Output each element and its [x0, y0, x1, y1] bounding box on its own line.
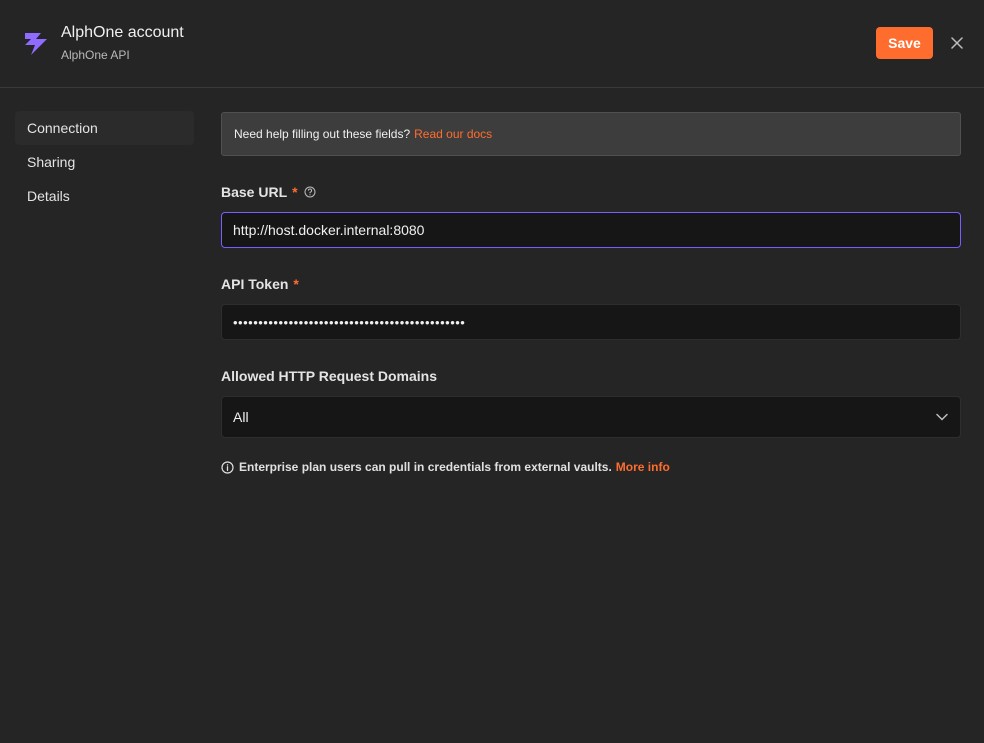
help-banner: Need help filling out these fields? Read…	[221, 112, 961, 156]
docs-link[interactable]: Read our docs	[414, 127, 492, 141]
save-button[interactable]: Save	[876, 27, 933, 59]
sidebar-item-connection[interactable]: Connection	[15, 111, 194, 145]
credential-modal: AlphOne account AlphOne API Save Connect…	[0, 0, 984, 743]
modal-title: AlphOne account	[61, 24, 184, 41]
required-marker: *	[293, 276, 299, 292]
required-marker: *	[292, 184, 298, 200]
vault-note: Enterprise plan users can pull in creden…	[221, 460, 961, 474]
lightning-bolt-icon	[22, 29, 50, 57]
api-token-label: API Token *	[221, 275, 961, 293]
api-token-label-text: API Token	[221, 276, 289, 292]
api-token-input[interactable]: ••••••••••••••••••••••••••••••••••••••••…	[221, 304, 961, 340]
domains-select-value: All	[233, 409, 249, 425]
close-icon[interactable]	[947, 33, 967, 53]
base-url-input[interactable]: http://host.docker.internal:8080	[221, 212, 961, 248]
sidebar: Connection Sharing Details	[15, 111, 194, 213]
base-url-label: Base URL *	[221, 183, 961, 201]
modal-header: AlphOne account AlphOne API Save	[0, 0, 984, 88]
info-circle-icon	[221, 460, 234, 474]
base-url-label-text: Base URL	[221, 184, 288, 200]
help-circle-icon[interactable]	[304, 186, 316, 198]
connection-form: Need help filling out these fields? Read…	[221, 112, 961, 474]
sidebar-item-sharing[interactable]: Sharing	[15, 145, 194, 179]
domains-label-text: Allowed HTTP Request Domains	[221, 368, 437, 384]
chevron-down-icon	[936, 413, 948, 421]
more-info-link[interactable]: More info	[616, 460, 670, 474]
domains-select[interactable]: All	[221, 396, 961, 438]
domains-label: Allowed HTTP Request Domains	[221, 367, 961, 385]
modal-subtitle: AlphOne API	[61, 48, 130, 62]
vault-note-text: Enterprise plan users can pull in creden…	[239, 460, 612, 474]
sidebar-item-details[interactable]: Details	[15, 179, 194, 213]
help-banner-text: Need help filling out these fields?	[234, 127, 411, 141]
